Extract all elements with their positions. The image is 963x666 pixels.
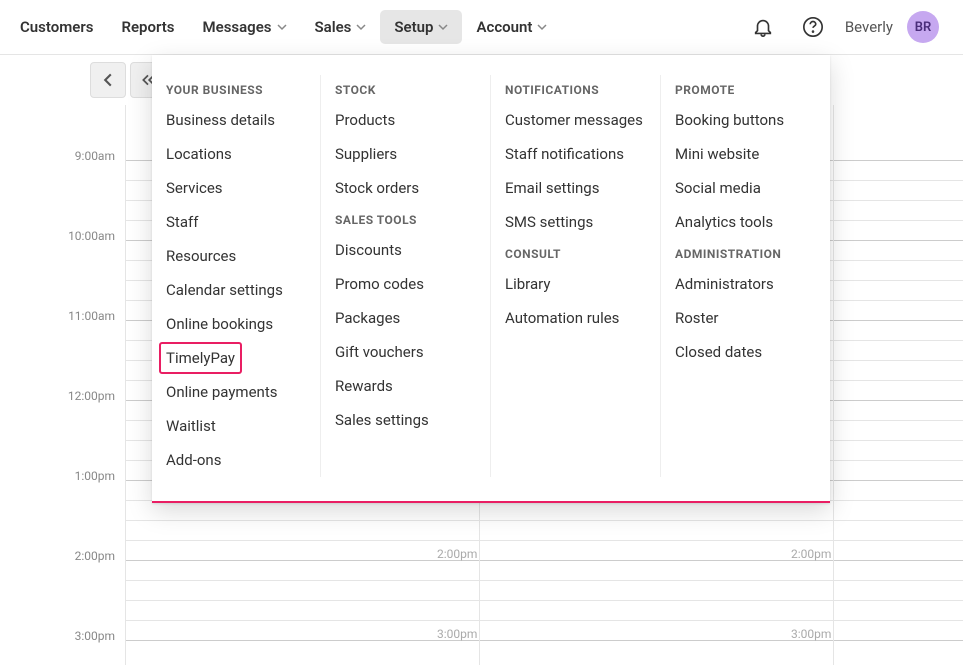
bell-icon — [752, 16, 774, 38]
time-label: 12:00pm — [68, 389, 115, 403]
menu-column: PROMOTEBooking buttonsMini websiteSocial… — [661, 75, 830, 477]
menu-link-mini-website[interactable]: Mini website — [675, 137, 816, 171]
time-label: 10:00am — [68, 229, 115, 243]
menu-heading: SALES TOOLS — [335, 205, 476, 233]
menu-link-waitlist[interactable]: Waitlist — [166, 409, 306, 443]
chevron-left-icon — [101, 73, 115, 87]
chevron-down-icon — [277, 22, 287, 32]
menu-link-suppliers[interactable]: Suppliers — [335, 137, 476, 171]
nav-messages[interactable]: Messages — [189, 10, 301, 44]
chevron-down-icon — [438, 22, 448, 32]
chevron-down-icon — [537, 22, 547, 32]
menu-link-email-settings[interactable]: Email settings — [505, 171, 646, 205]
cell-time: 3:00pm — [791, 627, 831, 641]
time-label: 11:00am — [68, 309, 115, 323]
nav-sales-label: Sales — [315, 18, 352, 36]
menu-link-calendar-settings[interactable]: Calendar settings — [166, 273, 306, 307]
help-icon — [802, 16, 824, 38]
menu-link-staff-notifications[interactable]: Staff notifications — [505, 137, 646, 171]
menu-heading: CONSULT — [505, 239, 646, 267]
menu-heading: YOUR BUSINESS — [166, 75, 306, 103]
menu-link-locations[interactable]: Locations — [166, 137, 306, 171]
menu-link-products[interactable]: Products — [335, 103, 476, 137]
nav-messages-label: Messages — [203, 18, 272, 36]
nav-right: Beverly BR — [745, 9, 957, 45]
menu-link-timelypay[interactable]: TimelyPay — [160, 343, 241, 373]
menu-link-staff[interactable]: Staff — [166, 205, 306, 239]
menu-link-online-bookings[interactable]: Online bookings — [166, 307, 306, 341]
chevron-down-icon — [356, 22, 366, 32]
prev-button[interactable] — [90, 62, 126, 98]
avatar[interactable]: BR — [907, 11, 939, 43]
menu-link-automation-rules[interactable]: Automation rules — [505, 301, 646, 335]
menu-link-discounts[interactable]: Discounts — [335, 233, 476, 267]
menu-link-packages[interactable]: Packages — [335, 301, 476, 335]
menu-link-social-media[interactable]: Social media — [675, 171, 816, 205]
menu-column: NOTIFICATIONSCustomer messagesStaff noti… — [491, 75, 661, 477]
help-button[interactable] — [795, 9, 831, 45]
menu-link-customer-messages[interactable]: Customer messages — [505, 103, 646, 137]
time-label: 1:00pm — [75, 469, 115, 483]
menu-link-sms-settings[interactable]: SMS settings — [505, 205, 646, 239]
user-name: Beverly — [845, 18, 893, 36]
time-label: 3:00pm — [75, 629, 115, 643]
notifications-button[interactable] — [745, 9, 781, 45]
menu-heading: PROMOTE — [675, 75, 816, 103]
menu-link-services[interactable]: Services — [166, 171, 306, 205]
menu-link-rewards[interactable]: Rewards — [335, 369, 476, 403]
menu-link-online-payments[interactable]: Online payments — [166, 375, 306, 409]
menu-link-library[interactable]: Library — [505, 267, 646, 301]
menu-link-promo-codes[interactable]: Promo codes — [335, 267, 476, 301]
nav-sales[interactable]: Sales — [301, 10, 381, 44]
nav-setup[interactable]: Setup — [380, 10, 462, 44]
menu-link-roster[interactable]: Roster — [675, 301, 816, 335]
menu-column: YOUR BUSINESSBusiness detailsLocationsSe… — [152, 75, 321, 477]
nav-left: Customers Reports Messages Sales Setup A… — [6, 10, 561, 44]
menu-heading: NOTIFICATIONS — [505, 75, 646, 103]
nav-account[interactable]: Account — [462, 10, 561, 44]
menu-link-business-details[interactable]: Business details — [166, 103, 306, 137]
cell-time: 3:00pm — [437, 627, 477, 641]
topbar: Customers Reports Messages Sales Setup A… — [0, 0, 963, 55]
time-label: 2:00pm — [75, 549, 115, 563]
cell-time: 2:00pm — [791, 547, 831, 561]
nav-reports[interactable]: Reports — [107, 10, 188, 44]
menu-link-booking-buttons[interactable]: Booking buttons — [675, 103, 816, 137]
menu-link-gift-vouchers[interactable]: Gift vouchers — [335, 335, 476, 369]
menu-column: STOCKProductsSuppliersStock ordersSALES … — [321, 75, 491, 477]
time-label: 9:00am — [75, 149, 115, 163]
cell-time: 2:00pm — [437, 547, 477, 561]
menu-link-closed-dates[interactable]: Closed dates — [675, 335, 816, 369]
menu-link-sales-settings[interactable]: Sales settings — [335, 403, 476, 437]
nav-setup-label: Setup — [394, 18, 433, 36]
menu-link-administrators[interactable]: Administrators — [675, 267, 816, 301]
menu-link-analytics-tools[interactable]: Analytics tools — [675, 205, 816, 239]
menu-link-add-ons[interactable]: Add-ons — [166, 443, 306, 477]
nav-account-label: Account — [476, 18, 532, 36]
nav-customers[interactable]: Customers — [6, 10, 107, 44]
menu-heading: STOCK — [335, 75, 476, 103]
menu-link-stock-orders[interactable]: Stock orders — [335, 171, 476, 205]
setup-mega-menu: YOUR BUSINESSBusiness detailsLocationsSe… — [152, 55, 830, 503]
menu-link-resources[interactable]: Resources — [166, 239, 306, 273]
menu-heading: ADMINISTRATION — [675, 239, 816, 267]
